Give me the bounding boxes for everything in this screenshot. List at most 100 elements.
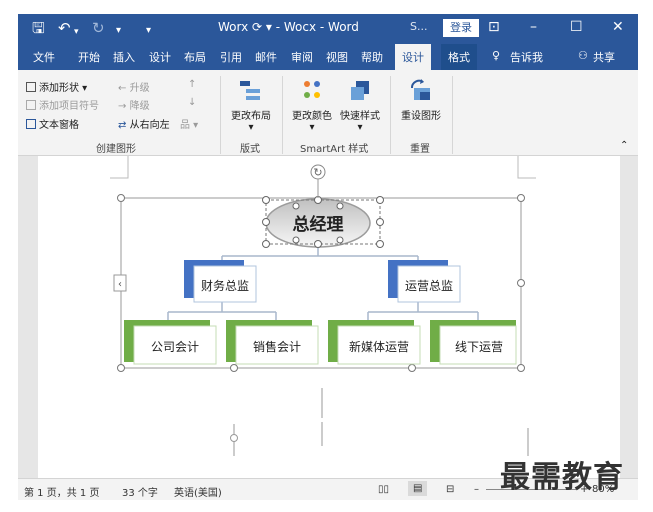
document-title: Worx ⟳ ▾ - Wocx - Word — [218, 20, 359, 34]
ribbon-separator — [452, 76, 453, 154]
layout-hierarchy-icon[interactable]: 品 ▾ — [180, 116, 198, 131]
save-icon[interactable]: 🖫 — [32, 19, 45, 37]
minimize-icon[interactable]: – — [530, 18, 537, 36]
group-create-graphic: 创建图形 — [96, 144, 136, 155]
org-node-finance-director: 财务总监 — [201, 278, 249, 293]
change-colors-button[interactable]: 更改颜色 ▾ — [288, 78, 336, 133]
redo-icon[interactable]: ↻ — [92, 19, 105, 37]
read-mode-icon[interactable]: ▯▯ — [378, 484, 389, 495]
reset-graphic-button[interactable]: 重设图形 — [396, 78, 446, 122]
collapse-ribbon-icon[interactable]: ⌃ — [620, 140, 628, 151]
tab-home[interactable]: 开始 — [78, 49, 100, 65]
tell-me-search[interactable]: 告诉我 — [510, 49, 543, 65]
tab-smartart-design[interactable]: 设计 — [395, 44, 431, 70]
add-shape-label: 添加形状 — [39, 83, 79, 94]
word-count[interactable]: 33 个字 — [122, 484, 158, 499]
tab-design[interactable]: 设计 — [149, 49, 171, 65]
arrow-right-icon: → — [118, 101, 127, 112]
page-count[interactable]: 第 1 页，共 1 页 — [24, 484, 99, 499]
undo-dropdown-icon[interactable]: ▾ — [74, 23, 79, 41]
language-indicator[interactable]: 英语(美国) — [174, 484, 222, 499]
org-node-operations-director: 运营总监 — [405, 279, 453, 293]
tab-insert[interactable]: 插入 — [113, 49, 135, 65]
right-to-left-button[interactable]: ⇄ 从右向左 — [118, 116, 170, 131]
org-node-sales-accountant: 销售会计 — [253, 339, 301, 354]
group-layouts: 版式 — [240, 144, 260, 155]
org-node-level2[interactable]: 销售会计 — [226, 320, 319, 365]
tab-review[interactable]: 审阅 — [291, 49, 313, 65]
page-corner-mark — [517, 156, 536, 179]
tab-file[interactable]: 文件 — [33, 49, 55, 65]
org-node-level2[interactable]: 公司会计 — [124, 320, 217, 365]
change-colors-label: 更改颜色 — [292, 111, 332, 122]
org-node-level2[interactable]: 线下运营 — [430, 320, 517, 365]
promote-button[interactable]: ← 升级 — [118, 79, 150, 94]
document-page[interactable]: ‹ 总经理 ↻ 财务总监 运营总监 公司会计 销售会计 新媒体运营 线下运营 — [38, 156, 620, 478]
ribbon-display-icon[interactable]: ⊡ — [488, 18, 500, 36]
add-shape-icon — [26, 82, 36, 92]
tab-view[interactable]: 视图 — [326, 49, 348, 65]
lightbulb-icon[interactable]: ♀ — [492, 49, 500, 62]
quick-styles-button[interactable]: 快速样式 ▾ — [336, 78, 384, 133]
change-layout-button[interactable]: 更改布局 ▾ — [226, 78, 276, 133]
web-layout-icon[interactable]: ⊟ — [446, 484, 454, 495]
org-node-level1[interactable]: 财务总监 — [184, 260, 257, 303]
tab-layout[interactable]: 布局 — [184, 49, 206, 65]
add-bullet-button[interactable]: 添加项目符号 — [26, 97, 99, 112]
smartart-graphic[interactable]: ‹ 总经理 ↻ 财务总监 运营总监 公司会计 销售会计 新媒体运营 线下运营 — [38, 156, 620, 478]
quick-styles-label: 快速样式 — [340, 111, 380, 122]
close-icon[interactable]: ✕ — [612, 18, 624, 36]
demote-button[interactable]: → 降级 — [118, 97, 150, 112]
quick-styles-icon — [351, 81, 369, 100]
chevron-left-icon: ‹ — [118, 279, 122, 290]
org-node-level2[interactable]: 新媒体运营 — [328, 320, 421, 365]
org-node-root[interactable]: 总经理 — [262, 196, 384, 248]
reset-graphic-icon — [411, 79, 430, 100]
text-pane-label: 文本窗格 — [39, 120, 79, 131]
search-button[interactable]: S... — [410, 20, 427, 33]
group-smartart-styles: SmartArt 样式 — [300, 144, 369, 155]
promote-label: 升级 — [129, 83, 150, 94]
arrow-left-icon: ← — [118, 83, 127, 94]
share-button[interactable]: 共享 — [593, 49, 615, 65]
tab-format[interactable]: 格式 — [441, 44, 477, 70]
move-down-icon[interactable]: ↓ — [188, 97, 196, 108]
print-layout-icon[interactable]: ▤ — [408, 481, 428, 496]
org-node-company-accountant: 公司会计 — [151, 340, 199, 354]
ribbon: 添加形状 ▾ 添加项目符号 文本窗格 ← 升级 → 降级 ⇄ 从右向左 ↑ ↓ … — [18, 70, 638, 156]
title-bar: 🖫 ↶ ▾ ↻ ▾ ▾ Worx ⟳ ▾ - Wocx - Word S... … — [18, 14, 638, 42]
text-pane-button[interactable]: 文本窗格 — [26, 116, 79, 131]
rotate-icon: ↻ — [313, 166, 322, 179]
undo-icon[interactable]: ↶ — [58, 19, 71, 37]
text-pane-icon — [26, 119, 36, 129]
org-node-offline-ops: 线下运营 — [455, 340, 503, 354]
rotate-handle[interactable]: ↻ — [310, 164, 326, 198]
tab-help[interactable]: 帮助 — [361, 49, 383, 65]
bullet-list-icon — [26, 100, 36, 110]
org-node-level1[interactable]: 运营总监 — [388, 260, 461, 303]
change-layout-label: 更改布局 — [231, 111, 271, 122]
zoom-out-icon[interactable]: – — [474, 484, 479, 495]
right-to-left-label: 从右向左 — [129, 120, 170, 131]
layout-icon — [240, 81, 260, 100]
demote-label: 降级 — [129, 101, 150, 112]
ribbon-separator — [282, 76, 283, 154]
add-shape-button[interactable]: 添加形状 ▾ — [26, 79, 87, 94]
move-up-icon[interactable]: ↑ — [188, 79, 196, 90]
qat-dropdown-icon[interactable]: ▾ — [116, 22, 121, 40]
color-palette-icon — [304, 81, 320, 98]
maximize-icon[interactable]: ☐ — [570, 18, 583, 36]
org-node-new-media-ops: 新媒体运营 — [349, 339, 409, 354]
ribbon-separator — [390, 76, 391, 154]
watermark: 最需教育 — [500, 460, 624, 495]
tab-mailings[interactable]: 邮件 — [255, 49, 277, 65]
tab-references[interactable]: 引用 — [220, 49, 242, 65]
ribbon-separator — [220, 76, 221, 154]
customize-qat-icon[interactable]: ▾ — [146, 22, 151, 40]
swap-icon: ⇄ — [118, 120, 127, 131]
group-reset: 重置 — [410, 144, 430, 155]
faint-guides — [230, 388, 529, 456]
login-button[interactable]: 登录 — [443, 19, 479, 37]
person-icon[interactable]: ⚇ — [578, 49, 588, 62]
page-corner-mark — [110, 156, 129, 179]
